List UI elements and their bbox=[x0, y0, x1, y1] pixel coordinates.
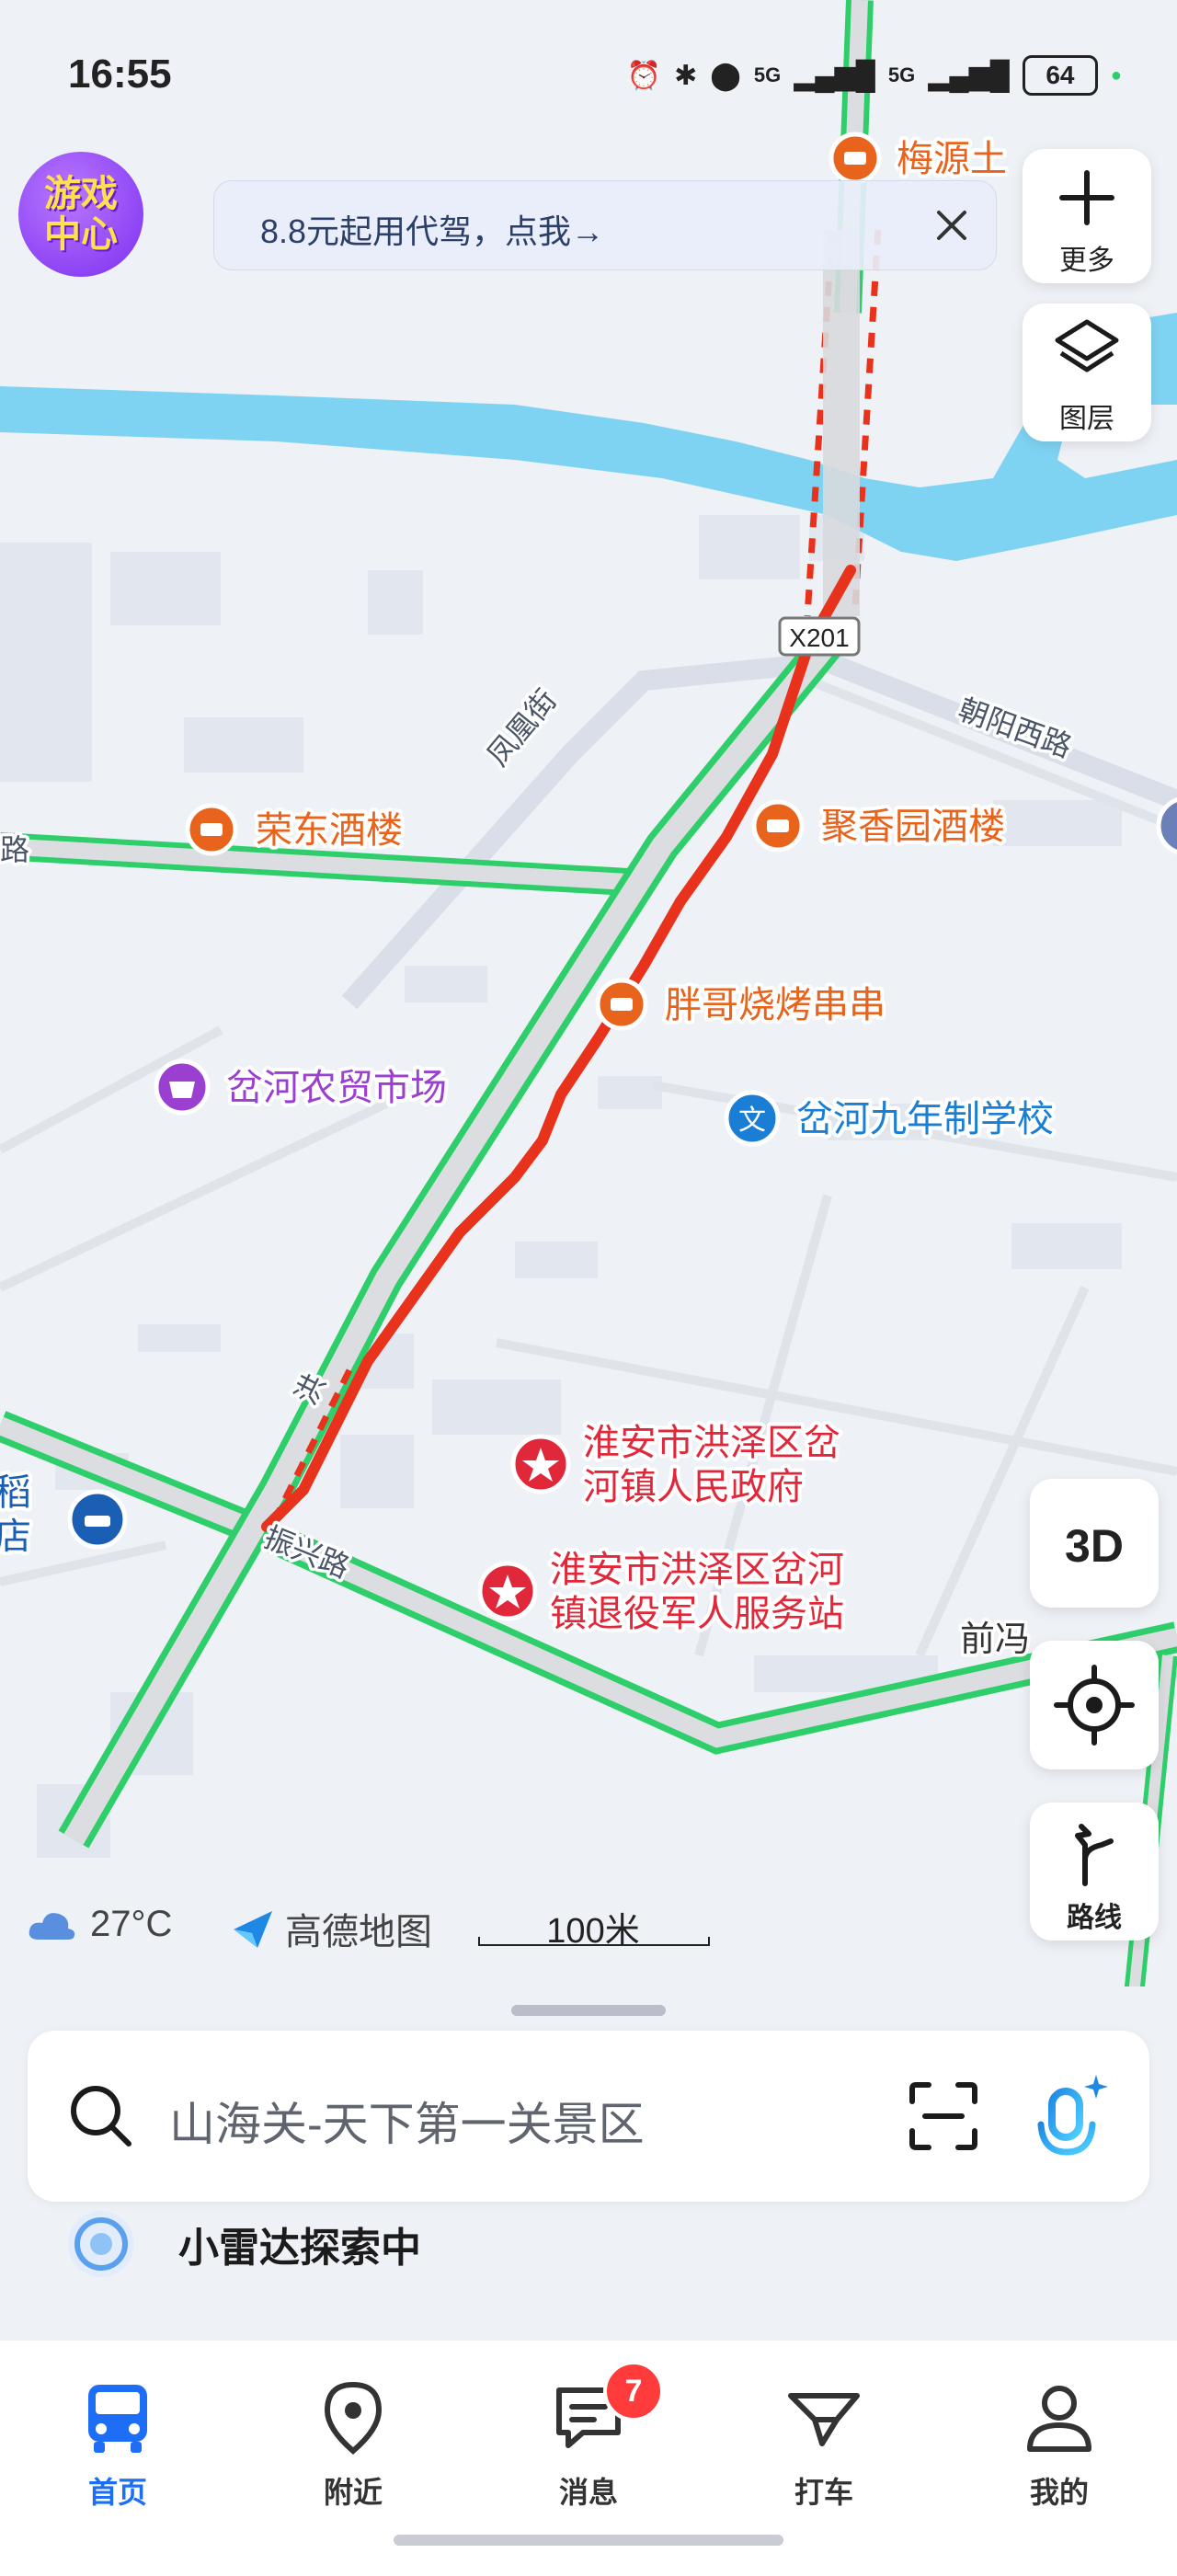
layers-label: 图层 bbox=[1059, 404, 1114, 434]
svg-text:聚香园酒楼: 聚香园酒楼 bbox=[821, 807, 1005, 847]
close-icon[interactable] bbox=[924, 198, 979, 253]
bus-icon bbox=[88, 2385, 147, 2453]
svg-text:河镇人民政府: 河镇人民政府 bbox=[583, 1467, 804, 1507]
svg-text:荣东酒楼: 荣东酒楼 bbox=[256, 810, 403, 851]
route-icon bbox=[1075, 1824, 1114, 1886]
poi-juxiangyuan[interactable]: 聚香园酒楼 bbox=[751, 799, 1009, 853]
route-button[interactable]: 路线 bbox=[1030, 1803, 1159, 1941]
restaurant-icon bbox=[200, 823, 223, 836]
location-icon: ⬤ bbox=[710, 60, 741, 91]
radar-row[interactable]: 小雷达探索中 bbox=[64, 2207, 421, 2281]
tab-mine-label: 我的 bbox=[1029, 2476, 1089, 2509]
alarm-icon: ⏰ bbox=[626, 60, 662, 91]
svg-text:岔河九年制学校: 岔河九年制学校 bbox=[796, 1099, 1054, 1139]
svg-text:X201: X201 bbox=[789, 624, 849, 652]
location-pin-icon bbox=[324, 2381, 383, 2455]
status-bar: 16:55 ⏰ ✱ ⬤ 5G ▂▄▆█ 5G ▂▄▆█ 64 ● bbox=[0, 0, 1177, 147]
game-center-button[interactable]: 游戏 中心 bbox=[18, 152, 143, 277]
radar-label: 小雷达探索中 bbox=[178, 2226, 421, 2271]
scan-icon[interactable] bbox=[908, 2081, 978, 2151]
school-icon: 文 bbox=[738, 1105, 766, 1137]
network-label-2: 5G bbox=[887, 63, 916, 86]
amap-brand: 高德地图 bbox=[230, 1902, 432, 1955]
cloud-icon bbox=[29, 1912, 75, 1940]
signal-icon: ▂▄▆█ bbox=[928, 60, 1010, 91]
charging-dot-icon: ● bbox=[1110, 64, 1122, 86]
restaurant-icon bbox=[611, 998, 633, 1011]
poi-market[interactable]: 岔河农贸市场 bbox=[154, 1059, 451, 1116]
more-button[interactable]: 更多 bbox=[1023, 149, 1151, 283]
route-label: 路线 bbox=[1067, 1903, 1122, 1933]
search-icon bbox=[71, 2086, 131, 2147]
promo-text: 8.8元起用代驾，点我→ bbox=[260, 212, 605, 250]
taxi-icon bbox=[788, 2393, 860, 2446]
tab-home-label: 首页 bbox=[87, 2476, 147, 2509]
svg-text:胖哥烧烤串串: 胖哥烧烤串串 bbox=[665, 985, 886, 1025]
tab-nearby-label: 附近 bbox=[323, 2476, 383, 2509]
tab-taxi-label: 打车 bbox=[794, 2476, 853, 2509]
locate-button[interactable] bbox=[1030, 1641, 1159, 1769]
svg-text:岔河农贸市场: 岔河农贸市场 bbox=[226, 1068, 447, 1108]
tab-mine[interactable]: 我的 bbox=[967, 2366, 1151, 2509]
sheet-grabber[interactable] bbox=[511, 2005, 666, 2016]
map-screen: X201 凤凰街 朝阳西路 振兴路 路 前冯 洪 梅源土 荣东酒楼 聚香园酒楼 bbox=[0, 0, 1177, 2576]
plus-icon bbox=[1059, 170, 1114, 225]
network-label-1: 5G bbox=[753, 63, 782, 86]
3d-toggle-button[interactable]: 3D bbox=[1030, 1479, 1159, 1608]
bluetooth-icon: ✱ bbox=[674, 60, 698, 91]
restaurant-icon bbox=[767, 819, 789, 832]
game-center-label-1: 游戏 bbox=[44, 174, 118, 214]
poi-rongdong[interactable]: 荣东酒楼 bbox=[185, 803, 406, 856]
battery-indicator: 64 bbox=[1022, 55, 1098, 96]
svg-text:镇退役军人服务站: 镇退役军人服务站 bbox=[550, 1594, 844, 1634]
3d-label: 3D bbox=[1065, 1520, 1124, 1572]
home-indicator bbox=[394, 2535, 783, 2546]
tab-messages-label: 消息 bbox=[558, 2476, 618, 2509]
amap-logo-icon bbox=[234, 1911, 272, 1948]
svg-text:稻: 稻 bbox=[0, 1472, 31, 1513]
basket-icon bbox=[169, 1082, 195, 1098]
tab-nearby[interactable]: 附近 bbox=[261, 2366, 445, 2509]
search-box[interactable]: 山海关-天下第一关景区 bbox=[28, 2031, 1149, 2202]
signal-icon: ▂▄▆█ bbox=[794, 60, 875, 91]
locate-icon bbox=[1054, 1665, 1135, 1746]
status-icons: ⏰ ✱ ⬤ 5G ▂▄▆█ 5G ▂▄▆█ 64 ● bbox=[627, 55, 1122, 96]
temperature-label: 27°C bbox=[90, 1904, 173, 1944]
promo-banner[interactable]: 8.8元起用代驾，点我→ bbox=[213, 180, 997, 270]
search-input[interactable]: 山海关-天下第一关景区 bbox=[169, 2088, 645, 2154]
tab-taxi[interactable]: 打车 bbox=[732, 2366, 916, 2509]
scale-bar bbox=[478, 1937, 710, 1946]
road-label-left: 路 bbox=[0, 833, 29, 866]
restaurant-icon bbox=[844, 152, 866, 165]
voice-assistant-icon[interactable] bbox=[1030, 2071, 1113, 2163]
more-label: 更多 bbox=[1059, 246, 1114, 276]
brand-label: 高德地图 bbox=[285, 1912, 432, 1952]
layers-icon bbox=[1055, 319, 1119, 372]
route-shield: X201 bbox=[778, 616, 861, 657]
hotel-icon bbox=[85, 1516, 110, 1527]
svg-text:淮安市洪泽区岔河: 淮安市洪泽区岔河 bbox=[550, 1550, 844, 1590]
svg-text:淮安市洪泽区岔: 淮安市洪泽区岔 bbox=[583, 1423, 840, 1463]
svg-text:店: 店 bbox=[0, 1517, 31, 1557]
tab-home[interactable]: 首页 bbox=[26, 2366, 210, 2509]
road-label-qianfeng: 前冯 bbox=[960, 1620, 1030, 1659]
tab-messages[interactable]: 7 消息 bbox=[497, 2361, 680, 2509]
message-badge: 7 bbox=[603, 2361, 664, 2421]
radar-icon bbox=[68, 2211, 134, 2277]
map-canvas[interactable]: X201 凤凰街 朝阳西路 振兴路 路 前冯 洪 梅源土 荣东酒楼 聚香园酒楼 bbox=[0, 0, 1177, 2023]
map-scale: 100米 bbox=[478, 1902, 710, 1951]
weather-indicator[interactable]: 27°C bbox=[26, 1904, 172, 1945]
user-icon bbox=[1027, 2386, 1091, 2452]
poi-pangge[interactable]: 胖哥烧烤串串 bbox=[595, 978, 889, 1031]
layers-button[interactable]: 图层 bbox=[1023, 303, 1151, 441]
status-time: 16:55 bbox=[68, 52, 172, 97]
game-center-label-2: 中心 bbox=[44, 214, 118, 255]
